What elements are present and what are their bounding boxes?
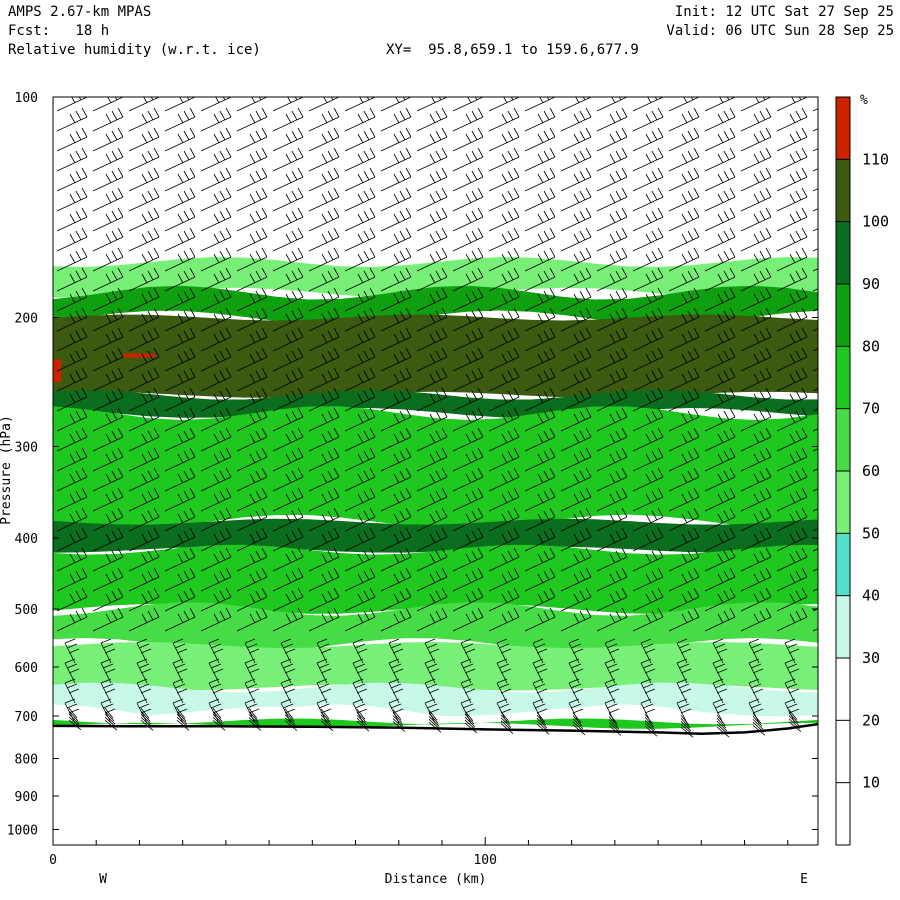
wind-barb [821, 679, 835, 703]
y-tick-label: 800 [15, 752, 38, 767]
x-tick-label: 100 [473, 853, 496, 868]
colorbar-segment [836, 658, 850, 721]
colorbar-label: 80 [862, 337, 880, 355]
y-tick-label: 700 [15, 710, 38, 725]
y-tick-label: 200 [15, 311, 38, 326]
colorbar-label: 90 [862, 275, 880, 293]
y-tick-label: 400 [15, 532, 38, 547]
colorbar-segment [836, 284, 850, 347]
colorbar-unit: % [860, 93, 868, 108]
wind-barb [825, 721, 837, 731]
wind-barb [825, 715, 835, 725]
colorbar-segment [836, 346, 850, 409]
colorbar-segment [836, 720, 850, 783]
colorbar-label: 30 [862, 649, 880, 667]
cross-section-chart: 100 200 300 400 500 600 700 800 900 1000 0 100 Dista… [0, 91, 889, 887]
rh-band [53, 642, 818, 691]
rh-band [53, 97, 818, 263]
colorbar-label: 70 [862, 400, 880, 418]
colorbar-segment [836, 533, 850, 596]
colorbar-label: 100 [862, 213, 889, 231]
rh-band [53, 406, 818, 529]
colorbar-segment [836, 97, 850, 160]
east-label: E [800, 872, 808, 887]
rh-band [53, 682, 818, 717]
colorbar-label: 60 [862, 462, 880, 480]
colorbar-label: 110 [862, 150, 889, 168]
colorbar-label: 50 [862, 524, 880, 542]
y-tick-label: 900 [15, 790, 38, 805]
colorbar-label: 20 [862, 711, 880, 729]
rh-band [53, 314, 818, 398]
x-tick-label: 0 [49, 853, 57, 868]
colorbar-segment [836, 159, 850, 222]
wind-barb [821, 639, 835, 663]
colorbar-segment [836, 471, 850, 534]
wind-barb [825, 712, 834, 722]
colorbar-segment [836, 408, 850, 471]
x-axis-label: Distance (km) [385, 872, 487, 887]
wind-barb [825, 709, 833, 719]
y-tick-label: 500 [15, 603, 38, 618]
wind-barb [821, 699, 835, 723]
y-tick-label: 300 [15, 440, 38, 455]
west-label: W [99, 872, 107, 887]
colorbar-label: 40 [862, 587, 880, 605]
colorbar-segment [836, 221, 850, 284]
colorbar-segment [836, 595, 850, 658]
y-tick-label: 600 [15, 661, 38, 676]
terrain-mask [53, 724, 818, 845]
y-tick-label: 1000 [7, 823, 38, 838]
wind-barb [821, 659, 835, 683]
colorbar-label: 10 [862, 774, 880, 792]
rh-field [53, 97, 837, 845]
y-axis-label: Pressure (hPa) [0, 415, 14, 525]
wind-barb [825, 718, 836, 728]
y-tick-label: 100 [15, 91, 38, 106]
colorbar-segment [836, 782, 850, 845]
